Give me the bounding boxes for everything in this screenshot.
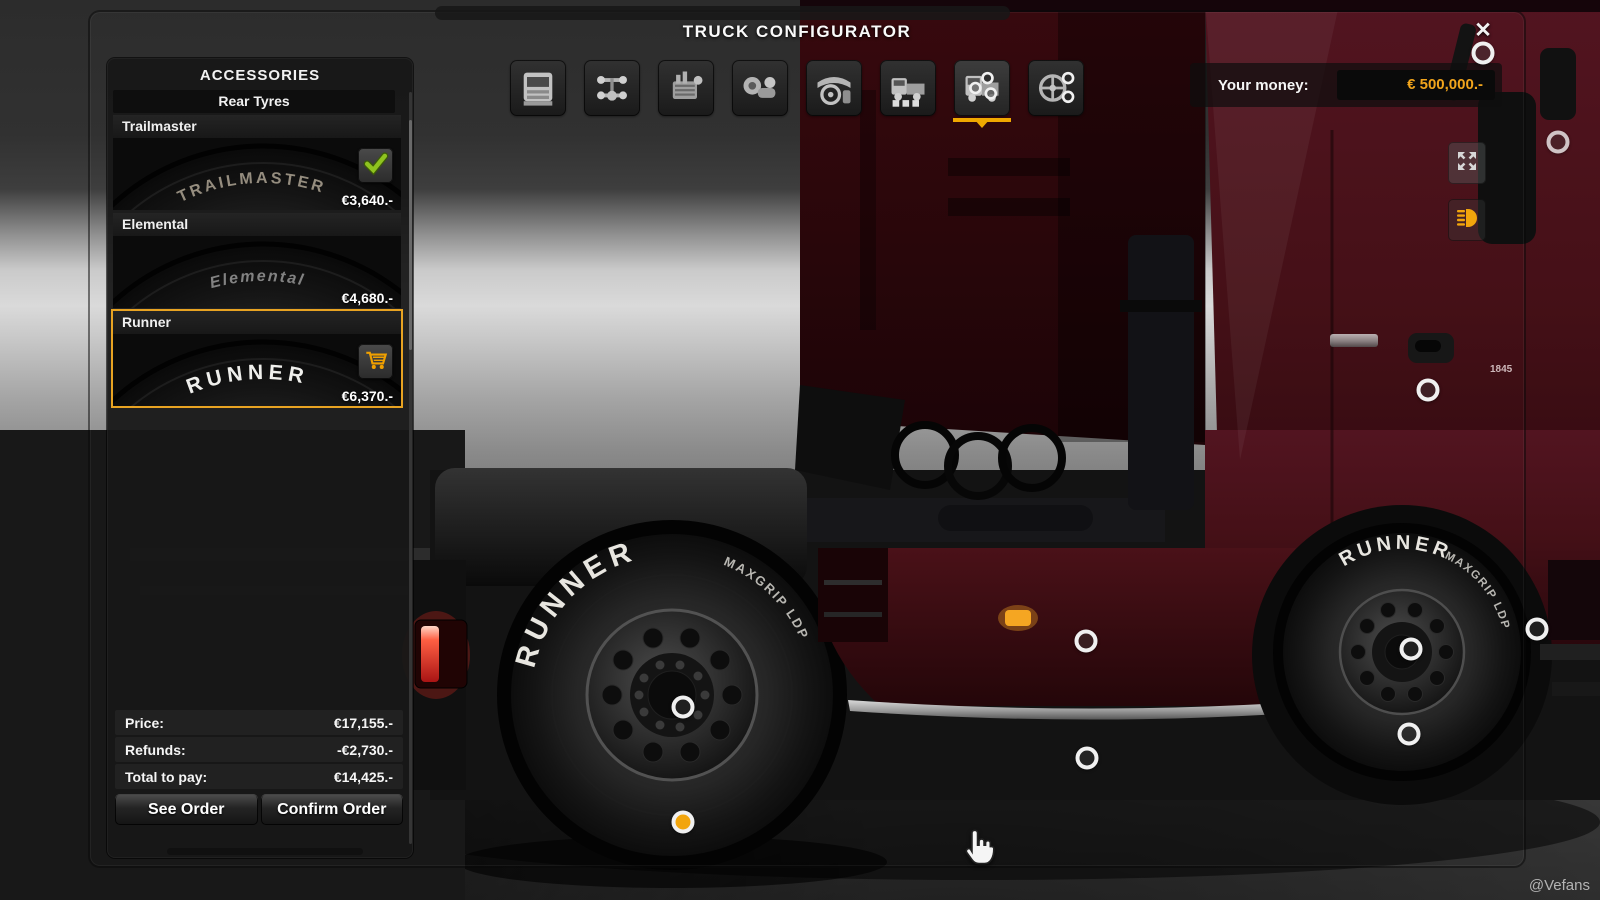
category-tab-exterior[interactable] bbox=[880, 60, 936, 116]
list-item-elemental[interactable]: Elemental Elemental €4,680.- bbox=[113, 213, 401, 308]
summary-value: €14,425.- bbox=[333, 768, 393, 785]
part-hotspot-rear-wheel[interactable] bbox=[671, 695, 695, 719]
cart-icon bbox=[361, 344, 391, 379]
summary-label: Price: bbox=[125, 714, 164, 731]
category-tab-wheel-accessories[interactable] bbox=[1028, 60, 1084, 116]
selected-tab-pointer bbox=[974, 119, 990, 136]
headlight-icon bbox=[1454, 205, 1480, 236]
panel-title: ACCESSORIES bbox=[199, 67, 321, 84]
part-hotspot-step[interactable] bbox=[1525, 617, 1549, 641]
hand-cursor bbox=[962, 828, 996, 873]
category-tab-exterior-accessories[interactable] bbox=[953, 60, 1011, 128]
money-panel: Your money: € 500,000.- bbox=[1190, 63, 1502, 107]
money-label: Your money: bbox=[1218, 76, 1309, 94]
money-value: € 500,000.- bbox=[1337, 70, 1495, 100]
item-name: Elemental bbox=[113, 213, 401, 236]
part-hotspot-front-wheel[interactable] bbox=[1399, 637, 1423, 661]
category-tab-cabin[interactable] bbox=[510, 60, 566, 116]
list-item-runner[interactable]: Runner RUNNER €6,370.- bbox=[113, 311, 401, 406]
item-preview: Elemental €4,680.- bbox=[113, 236, 401, 308]
order-summary: Price: €17,155.- Refunds: -€2,730.- Tota… bbox=[115, 710, 403, 791]
summary-row-price: Price: €17,155.- bbox=[115, 710, 403, 735]
part-hotspot-skirt-lower[interactable] bbox=[1075, 746, 1099, 770]
order-buttons: See Order Confirm Order bbox=[115, 794, 403, 825]
part-hotspot-mirror-right[interactable] bbox=[1546, 130, 1570, 154]
headlight-toggle-button[interactable] bbox=[1448, 199, 1486, 241]
watermark: @Vefans bbox=[1528, 877, 1590, 894]
item-name: Runner bbox=[113, 311, 401, 334]
fullscreen-icon bbox=[1454, 148, 1480, 179]
item-price: €3,640.- bbox=[341, 192, 393, 208]
part-hotspot-rear-tyre-selected[interactable] bbox=[671, 810, 695, 834]
part-hotspot-mirror-top[interactable] bbox=[1471, 41, 1495, 65]
model-badge-text: 1845 bbox=[1490, 364, 1513, 375]
confirm-order-button[interactable]: Confirm Order bbox=[260, 794, 403, 825]
item-preview: RUNNER €6,370.- bbox=[113, 334, 401, 406]
item-price: €6,370.- bbox=[341, 388, 393, 404]
accessories-panel: ACCESSORIES Rear Tyres Trailmaster TRAIL… bbox=[107, 58, 413, 858]
summary-label: Refunds: bbox=[125, 741, 186, 758]
see-order-button[interactable]: See Order bbox=[115, 794, 258, 825]
part-hotspot-front-tyre-bottom[interactable] bbox=[1397, 722, 1421, 746]
panel-scrollbar-thumb[interactable] bbox=[409, 120, 412, 350]
page-title: TRUCK CONFIGURATOR bbox=[682, 22, 912, 41]
part-hotspot-sideskirt[interactable] bbox=[1074, 629, 1098, 653]
fullscreen-button[interactable] bbox=[1448, 142, 1486, 184]
check-icon bbox=[361, 148, 391, 183]
item-name: Trailmaster bbox=[113, 115, 401, 138]
item-preview: TRAILMASTER €3,640.- bbox=[113, 138, 401, 210]
summary-row-total: Total to pay: €14,425.- bbox=[115, 764, 403, 789]
category-tab-chassis[interactable] bbox=[584, 60, 640, 116]
window-top-tab bbox=[435, 6, 1010, 20]
tyre-option-list: Trailmaster TRAILMASTER €3,640.- Element… bbox=[113, 115, 401, 409]
category-tab-interior[interactable] bbox=[806, 60, 862, 116]
summary-value: -€2,730.- bbox=[336, 741, 393, 758]
summary-value: €17,155.- bbox=[333, 714, 393, 731]
category-tab-transmission[interactable] bbox=[732, 60, 788, 116]
category-tab-engine[interactable] bbox=[658, 60, 714, 116]
part-hotspot-door[interactable] bbox=[1416, 378, 1440, 402]
summary-label: Total to pay: bbox=[125, 768, 208, 785]
installed-state-button[interactable] bbox=[358, 148, 393, 183]
list-item-trailmaster[interactable]: Trailmaster TRAILMASTER €3,640.- bbox=[113, 115, 401, 210]
cart-state-button[interactable] bbox=[358, 344, 393, 379]
panel-bottom-notch bbox=[167, 848, 363, 855]
item-price: €4,680.- bbox=[341, 290, 393, 306]
panel-subtitle: Rear Tyres bbox=[113, 90, 395, 113]
summary-row-refunds: Refunds: -€2,730.- bbox=[115, 737, 403, 762]
category-tab-bar bbox=[510, 60, 1084, 128]
